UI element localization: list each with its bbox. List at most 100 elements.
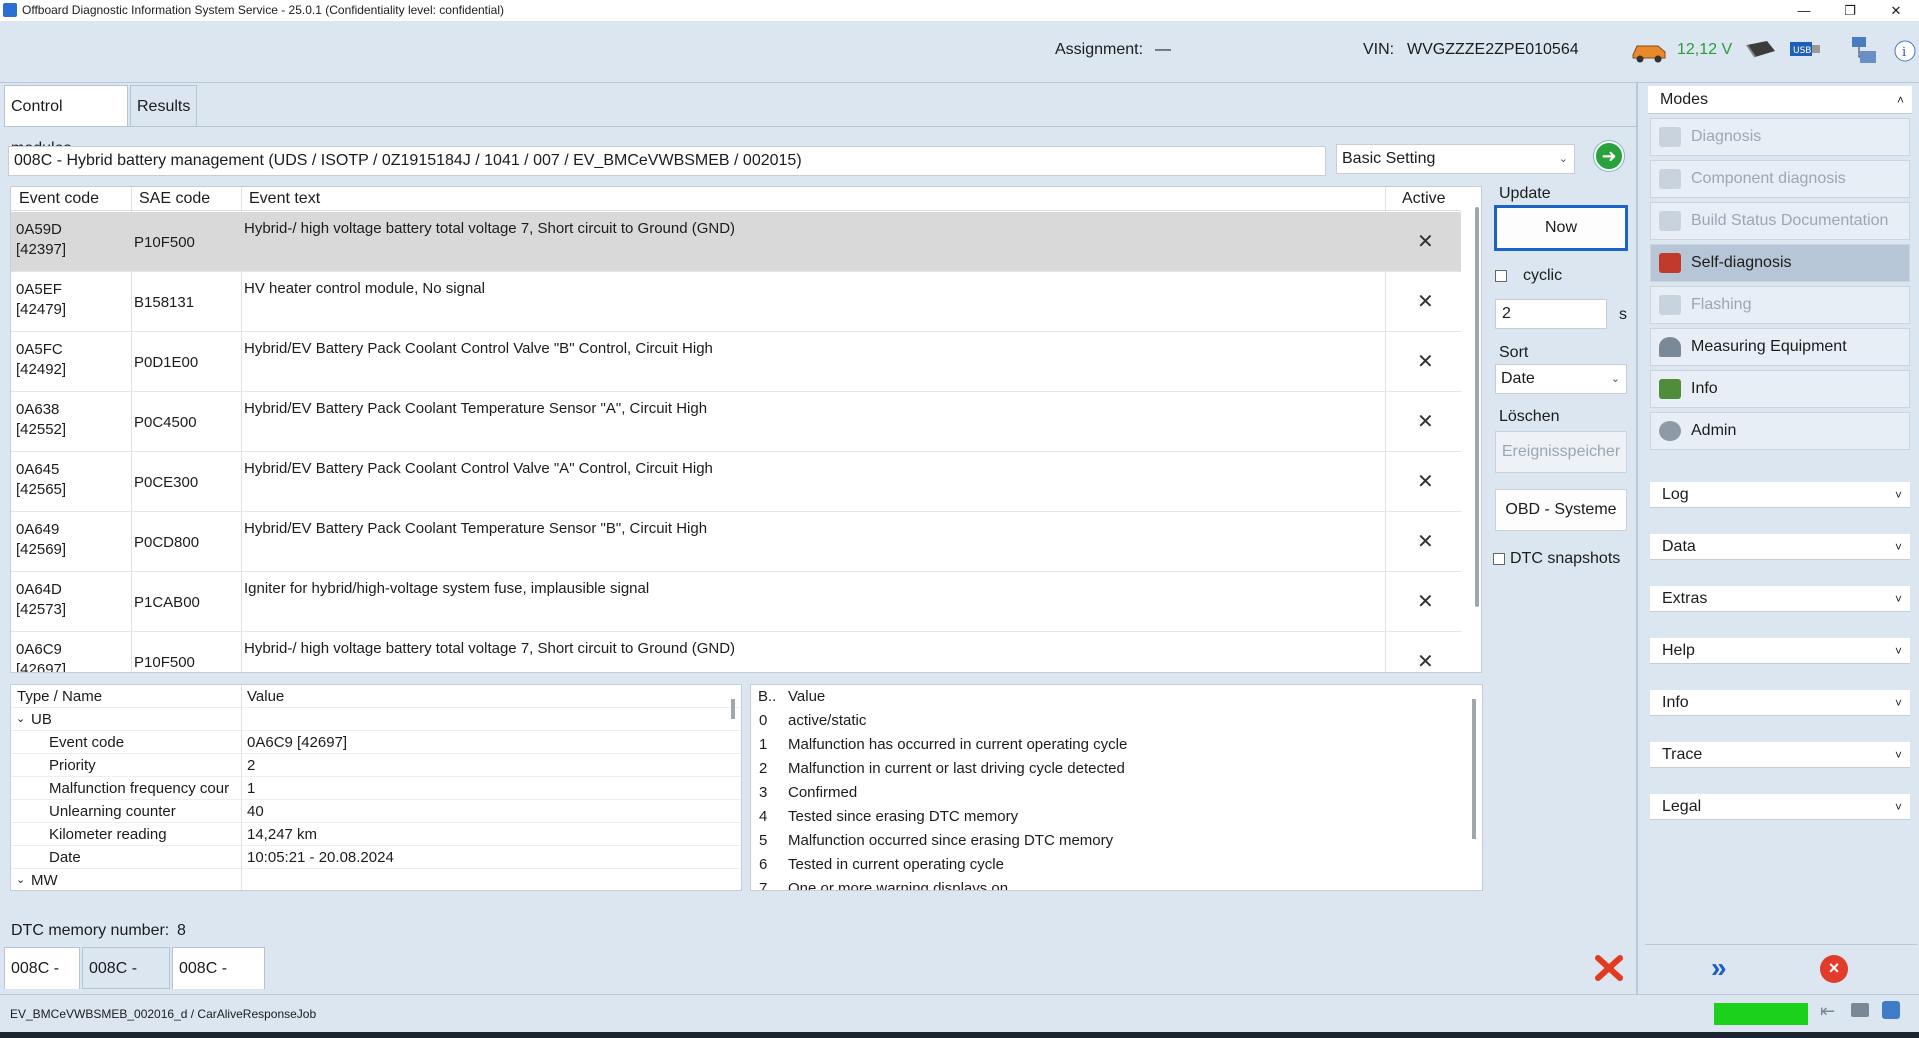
chevron-down-icon: ⌄ <box>16 874 26 886</box>
col-event-text[interactable]: Event text <box>249 187 320 211</box>
cyclic-checkbox[interactable] <box>1495 270 1507 282</box>
tab-divider <box>4 126 1638 127</box>
detail-row[interactable]: Priority 2 <box>11 754 741 777</box>
event-text: Hybrid/EV Battery Pack Coolant Temperatu… <box>244 400 708 417</box>
table-row[interactable]: 0A638 [42552] P0C4500 Hybrid/EV Battery P… <box>11 392 1461 452</box>
exit-close-icon[interactable]: × <box>1820 955 1848 983</box>
mode-admin[interactable]: Admin <box>1650 412 1910 450</box>
dtc-memory-label: DTC memory number: <box>11 922 170 939</box>
event-code: 0A645 <box>16 461 60 478</box>
obd-systems-button[interactable]: OBD - Systeme <box>1495 489 1627 531</box>
bit-value: Malfunction has occurred in current oper… <box>788 736 1128 753</box>
info-help-icon[interactable]: i <box>1893 39 1917 63</box>
section-log[interactable]: Log ˅ <box>1650 482 1910 508</box>
section-label: Help <box>1662 642 1695 659</box>
status-text: EV_BMCeVWBSMEB_002016_d / CarAliveRespon… <box>10 1007 317 1021</box>
bit-number: 2 <box>759 760 768 777</box>
function-select[interactable]: Basic Setting ⌄ <box>1336 144 1575 174</box>
logout-icon[interactable]: ⇤ <box>1820 1001 1835 1022</box>
database-icon[interactable] <box>1882 1001 1900 1019</box>
update-now-button[interactable]: Now <box>1494 205 1628 251</box>
assignment-value: — <box>1155 41 1171 58</box>
section-legal[interactable]: Legal ˅ <box>1650 794 1910 820</box>
mode-measuring-equipment[interactable]: Measuring Equipment <box>1650 328 1910 366</box>
minimize-button[interactable]: — <box>1781 0 1827 21</box>
detail-row[interactable]: Kilometer reading 14,247 km <box>11 823 741 846</box>
section-trace[interactable]: Trace ˅ <box>1650 742 1910 768</box>
bit-value: One or more warning displays on <box>788 880 1009 891</box>
maximize-button[interactable]: ❐ <box>1827 0 1873 21</box>
tab-control-modules[interactable]: Control modules <box>4 85 128 157</box>
table-row[interactable]: 0A64D [42573] P1CAB00 Igniter for hybrid/… <box>11 572 1461 632</box>
mode-build-status[interactable]: Build Status Documentation <box>1650 202 1910 240</box>
section-data[interactable]: Data ˅ <box>1650 534 1910 560</box>
details-scrollbar[interactable] <box>731 699 735 719</box>
detail-row[interactable]: Unlearning counter 40 <box>11 800 741 823</box>
detail-row[interactable]: Event code 0A6C9 [42697] <box>11 731 741 754</box>
table-row[interactable]: 0A5FC [42492] P0D1E00 Hybrid/EV Battery P… <box>11 332 1461 392</box>
close-window-button[interactable]: ✕ <box>1873 0 1919 21</box>
event-number: [42492] <box>16 361 67 378</box>
col-event-code[interactable]: Event code <box>19 187 99 211</box>
camera-icon[interactable] <box>1851 1003 1869 1017</box>
detail-row[interactable]: Malfunction frequency cour 1 <box>11 777 741 800</box>
group-label: UB <box>31 711 52 728</box>
interval-input[interactable]: 2 <box>1495 299 1607 329</box>
section-label: Info <box>1662 694 1689 711</box>
active-x-icon: ✕ <box>1417 351 1434 373</box>
sae-code: P10F500 <box>134 234 195 251</box>
update-label: Update <box>1499 185 1551 202</box>
table-row[interactable]: 0A6C9 [42697] P10F500 Hybrid-/ high volta… <box>11 632 1461 672</box>
document-icon <box>1659 211 1681 231</box>
mode-component-diagnosis[interactable]: Component diagnosis <box>1650 160 1910 198</box>
tab-008c-ges[interactable]: 008C - GES <box>172 947 265 1019</box>
active-x-icon: ✕ <box>1417 531 1434 553</box>
section-extras[interactable]: Extras ˅ <box>1650 586 1910 612</box>
detail-name: Unlearning counter <box>49 803 176 820</box>
mode-diagnosis[interactable]: Diagnosis <box>1650 118 1910 156</box>
bit-row: 1 Malfunction has occurred in current ope… <box>751 733 1482 756</box>
forward-double-arrow-icon[interactable]: » <box>1711 954 1741 984</box>
detail-row[interactable]: Date 10:05:21 - 20.08.2024 <box>11 846 741 869</box>
bits-scrollbar[interactable] <box>1472 699 1476 839</box>
cancel-x-icon[interactable] <box>1594 953 1624 983</box>
section-help[interactable]: Help ˅ <box>1650 638 1910 664</box>
chevron-down-icon: ˅ <box>1894 644 1902 658</box>
title-bar: Offboard Diagnostic Information System S… <box>0 0 1919 21</box>
bit-value: active/static <box>788 712 867 729</box>
table-row[interactable]: 0A649 [42569] P0CD800 Hybrid/EV Battery P… <box>11 512 1461 572</box>
col-sae-code[interactable]: SAE code <box>139 187 210 211</box>
chevron-down-icon: ˅ <box>1894 696 1902 710</box>
event-text: HV heater control module, No signal <box>244 280 485 297</box>
mode-label: Component diagnosis <box>1691 170 1846 187</box>
go-arrow-button[interactable]: ➜ <box>1594 141 1624 171</box>
control-module-field[interactable]: 008C - Hybrid battery management (UDS / … <box>8 146 1326 176</box>
modes-header[interactable]: Modes ˄ <box>1648 86 1912 114</box>
modes-panel: Modes ˄ Diagnosis Component diagnosis Bu… <box>1645 86 1919 992</box>
mode-flashing[interactable]: Flashing <box>1650 286 1910 324</box>
bit-number: 7 <box>759 880 768 891</box>
flashing-icon <box>1659 295 1681 315</box>
dtc-snapshots-checkbox[interactable] <box>1493 553 1505 565</box>
tab-008c-esp[interactable]: 008C - ESP <box>82 947 170 1019</box>
table-row[interactable]: 0A59D [42397] P10F500 Hybrid-/ high volta… <box>11 212 1461 272</box>
table-row[interactable]: 0A645 [42565] P0CE300 Hybrid/EV Battery P… <box>11 452 1461 512</box>
mode-label: Build Status Documentation <box>1691 212 1889 229</box>
mode-info[interactable]: Info <box>1650 370 1910 408</box>
event-table-scrollbar[interactable] <box>1475 207 1479 607</box>
sort-select[interactable]: Date ⌄ <box>1495 364 1627 394</box>
bit-number: 4 <box>759 808 768 825</box>
group-mw[interactable]: ⌄ MW <box>11 869 741 890</box>
tab-results[interactable]: Results <box>130 85 197 127</box>
event-number: [42397] <box>16 241 67 258</box>
col-bit-value: Value <box>788 688 826 705</box>
event-memory-button[interactable]: Ereignisspeicher <box>1495 431 1627 473</box>
tab-008c-id[interactable]: 008C - ID <box>4 947 80 1019</box>
chevron-down-icon: ˅ <box>1894 488 1902 502</box>
table-row[interactable]: 0A5EF [42479] B158131 HV heater control m… <box>11 272 1461 332</box>
group-ub[interactable]: ⌄ UB <box>11 708 741 731</box>
mode-self-diagnosis[interactable]: Self-diagnosis <box>1650 244 1910 282</box>
col-active[interactable]: Active <box>1402 187 1446 211</box>
section-info[interactable]: Info ˅ <box>1650 690 1910 716</box>
bit-row: 6 Tested in current operating cycle <box>751 853 1482 876</box>
